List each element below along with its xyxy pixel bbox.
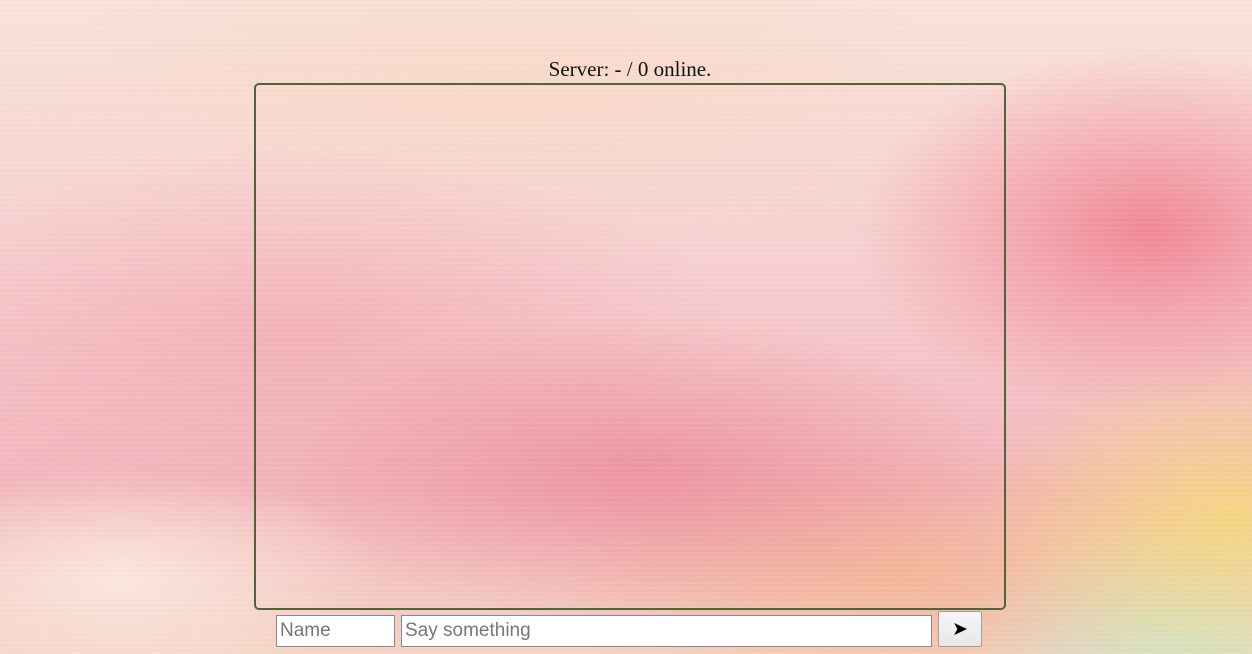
chat-log[interactable] <box>254 83 1006 610</box>
message-input[interactable] <box>401 615 932 647</box>
send-arrow-icon: ➤ <box>952 618 968 640</box>
name-input[interactable] <box>276 615 395 647</box>
server-status: Server: - / 0 online. <box>548 57 712 81</box>
send-button[interactable]: ➤ <box>938 611 982 647</box>
